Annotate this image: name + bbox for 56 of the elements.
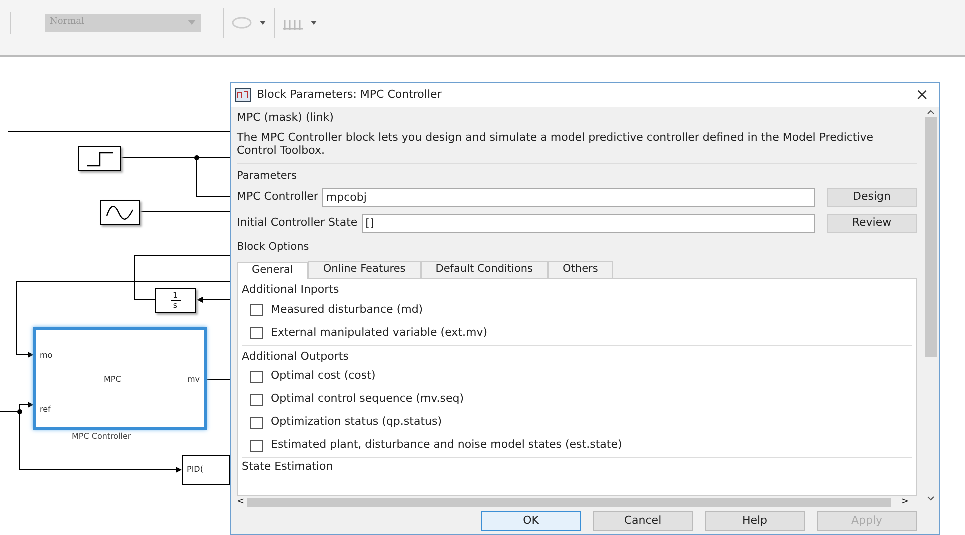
tab[interactable]: General: [237, 262, 308, 279]
sine-wave-block[interactable]: [100, 200, 140, 225]
tab[interactable]: Default Conditions: [420, 261, 548, 278]
block-label: PID(: [187, 464, 204, 476]
checkbox[interactable]: [250, 416, 263, 428]
scrollbar-thumb[interactable]: [925, 117, 937, 357]
window-title: Block Parameters: MPC Controller: [257, 86, 443, 103]
mpc-block[interactable]: mo ref MPC mv: [33, 327, 207, 430]
description: The MPC Controller block lets you design and simulate a model predictive controller defined in the Model Predictive Control Toolbox.: [237, 130, 875, 156]
checkbox-label: Optimal control sequence (mv.seq): [271, 391, 464, 408]
dialog-button[interactable]: Help: [705, 511, 805, 531]
port-label: ref: [40, 404, 52, 416]
step-icon: [84, 150, 114, 168]
input-field[interactable]: []: [362, 214, 815, 233]
checkbox[interactable]: [250, 370, 263, 382]
checkbox-label: External manipulated variable (ext.mv): [271, 324, 488, 341]
caret-icon[interactable]: [311, 20, 317, 24]
caret-icon: [188, 20, 196, 25]
integrator-block[interactable]: 1 s: [155, 288, 196, 313]
checkbox[interactable]: [250, 304, 263, 316]
checkbox[interactable]: [250, 440, 263, 452]
checkbox[interactable]: [250, 327, 263, 339]
close-button[interactable]: ×: [910, 87, 935, 103]
block-label: MPC: [104, 374, 122, 386]
field-label: MPC Controller: [237, 189, 318, 205]
input-field[interactable]: mpcobj: [322, 188, 815, 207]
field-button[interactable]: Design: [827, 188, 917, 207]
group-title: Additional Inports: [242, 282, 340, 298]
checkbox-label: Estimated plant, disturbance and noise model states (est.state): [271, 437, 622, 454]
caret-icon[interactable]: [260, 20, 266, 24]
dialog-button[interactable]: Cancel: [593, 511, 693, 531]
group-title: Additional Outports: [242, 348, 350, 364]
checkbox-label: Optimal cost (cost): [271, 368, 376, 384]
port-label: mo: [40, 350, 53, 362]
group-title: State Estimation: [242, 461, 334, 473]
field-label: Initial Controller State: [237, 215, 358, 231]
field-button[interactable]: Review: [827, 214, 917, 233]
step-block[interactable]: [78, 146, 121, 171]
denominator: s: [173, 301, 178, 310]
scroll-left-arrow[interactable]: <: [237, 498, 245, 506]
checkbox-label: Optimization status (qp.status): [271, 414, 442, 430]
section-heading: Block Options: [237, 240, 310, 256]
mask-type: MPC (mask) (link): [237, 110, 335, 126]
checkbox[interactable]: [250, 394, 263, 406]
sine-wave-icon: [105, 204, 135, 222]
tab[interactable]: Online Features: [308, 261, 421, 278]
pid-block[interactable]: PID(: [182, 455, 230, 485]
section-heading: Parameters: [237, 168, 298, 184]
numerator: 1: [172, 291, 178, 300]
dialog-button[interactable]: OK: [481, 511, 581, 531]
checkbox-label: Measured disturbance (md): [271, 302, 424, 318]
scroll-right-arrow[interactable]: >: [893, 498, 917, 506]
block-name: MPC Controller: [72, 431, 132, 443]
block-icon: [235, 88, 251, 102]
port-label: mv: [187, 374, 200, 386]
tab[interactable]: Others: [548, 261, 614, 278]
